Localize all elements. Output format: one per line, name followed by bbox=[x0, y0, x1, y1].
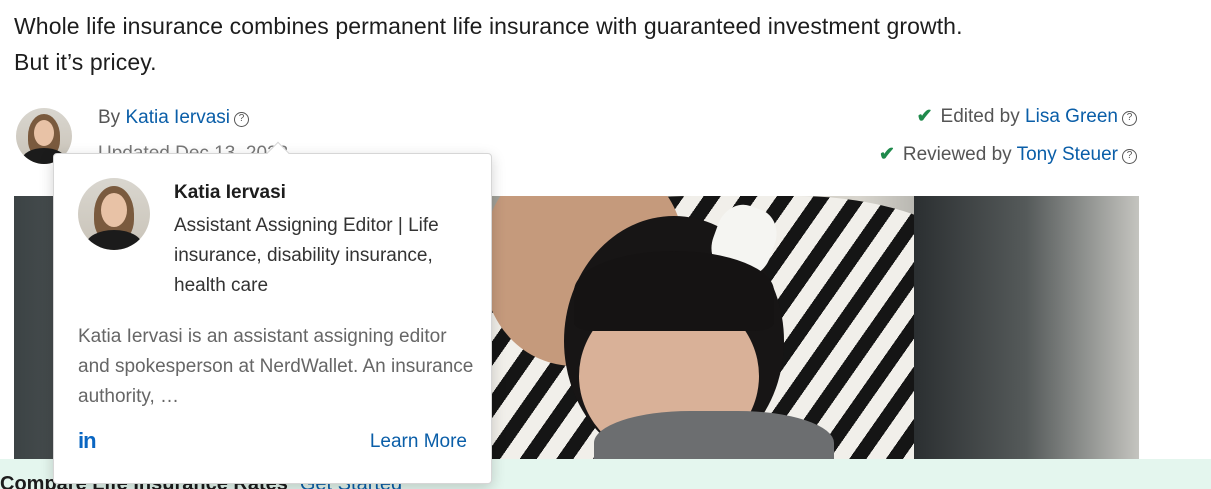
edited-prefix: Edited by bbox=[940, 106, 1020, 127]
edited-by: ✔ Edited by Lisa Green? bbox=[917, 105, 1137, 128]
question-circle-icon[interactable]: ? bbox=[234, 112, 250, 127]
author-popover: Katia Iervasi Assistant Assigning Editor… bbox=[53, 141, 492, 484]
popover-author-name: Katia Iervasi bbox=[174, 182, 286, 203]
article-subtitle: Whole life insurance combines permanent … bbox=[14, 8, 1164, 80]
learn-more-link[interactable]: Learn More bbox=[370, 431, 467, 453]
reviewed-by: ✔ Reviewed by Tony Steuer? bbox=[879, 143, 1137, 166]
question-circle-icon[interactable]: ? bbox=[1122, 111, 1137, 126]
subtitle-line-1: Whole life insurance combines permanent … bbox=[14, 13, 963, 39]
checkmark-icon: ✔ bbox=[878, 144, 895, 165]
author-link[interactable]: Katia Iervasi bbox=[125, 107, 230, 128]
editor-link[interactable]: Lisa Green bbox=[1025, 106, 1118, 127]
subtitle-line-2: But it’s pricey. bbox=[14, 49, 157, 75]
reviewer-link[interactable]: Tony Steuer bbox=[1017, 144, 1118, 165]
popover-author-title: Assistant Assigning Editor | Life insura… bbox=[174, 215, 439, 296]
question-circle-icon[interactable]: ? bbox=[1122, 149, 1137, 164]
reviewed-prefix: Reviewed by bbox=[902, 144, 1012, 165]
checkmark-icon: ✔ bbox=[916, 106, 933, 127]
popover-avatar bbox=[78, 178, 150, 250]
linkedin-icon[interactable]: in bbox=[78, 428, 97, 454]
byline-prefix: By bbox=[98, 107, 121, 128]
popover-author-bio: Katia Iervasi is an assistant assigning … bbox=[78, 326, 474, 407]
byline: By Katia Iervasi? bbox=[98, 107, 250, 129]
